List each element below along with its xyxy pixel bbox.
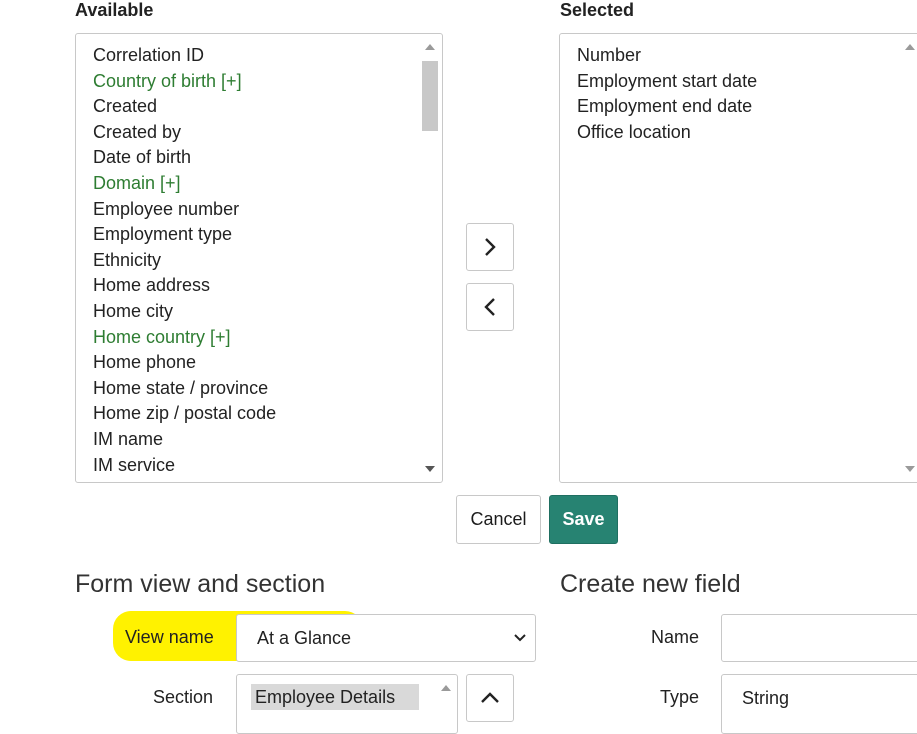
available-item[interactable]: Home state / province bbox=[93, 376, 276, 402]
selected-items: Number Employment start date Employment en… bbox=[577, 43, 757, 145]
chevron-left-icon bbox=[484, 298, 495, 316]
section-listbox[interactable]: Employee Details bbox=[236, 674, 458, 734]
available-scrollbar[interactable] bbox=[419, 35, 441, 481]
form-view-heading: Form view and section bbox=[75, 570, 326, 598]
selected-item[interactable]: Office location bbox=[577, 120, 757, 146]
chevron-up-icon bbox=[481, 692, 499, 703]
scroll-thumb[interactable] bbox=[422, 61, 438, 131]
available-item[interactable]: Employment type bbox=[93, 222, 276, 248]
available-item[interactable]: IM name bbox=[93, 427, 276, 453]
name-label: Name bbox=[651, 627, 700, 647]
available-items: Correlation ID Country of birth [+] Create… bbox=[93, 43, 276, 478]
selected-item[interactable]: Employment end date bbox=[577, 94, 757, 120]
available-item[interactable]: Date of birth bbox=[93, 145, 276, 171]
chevron-down-icon bbox=[514, 634, 526, 642]
type-label: Type bbox=[660, 687, 700, 707]
save-button-label: Save bbox=[562, 509, 605, 529]
available-item[interactable]: Country of birth [+] bbox=[93, 69, 276, 95]
move-right-button[interactable] bbox=[466, 223, 514, 271]
type-select[interactable]: String bbox=[721, 674, 917, 734]
selected-item[interactable]: Employment start date bbox=[577, 69, 757, 95]
create-field-heading: Create new field bbox=[560, 570, 741, 598]
selected-listbox[interactable]: Number Employment start date Employment en… bbox=[559, 33, 917, 483]
scroll-down-icon[interactable] bbox=[425, 466, 435, 472]
view-name-select[interactable]: At a Glance bbox=[236, 614, 536, 662]
available-item[interactable]: Created bbox=[93, 94, 276, 120]
section-selected-option[interactable]: Employee Details bbox=[251, 684, 419, 710]
move-up-button[interactable] bbox=[466, 674, 514, 722]
view-name-label: View name bbox=[125, 627, 214, 647]
scroll-up-icon[interactable] bbox=[425, 44, 435, 50]
available-item[interactable]: Correlation ID bbox=[93, 43, 276, 69]
available-item[interactable]: Ethnicity bbox=[93, 248, 276, 274]
section-scroll-up-icon[interactable] bbox=[441, 685, 451, 691]
cancel-button[interactable]: Cancel bbox=[456, 495, 541, 544]
save-button[interactable]: Save bbox=[549, 495, 618, 544]
view-name-value: At a Glance bbox=[257, 628, 352, 648]
available-listbox[interactable]: Correlation ID Country of birth [+] Create… bbox=[75, 33, 443, 483]
move-left-button[interactable] bbox=[466, 283, 514, 331]
selected-item[interactable]: Number bbox=[577, 43, 757, 69]
selected-label: Selected bbox=[560, 0, 635, 20]
available-item[interactable]: Created by bbox=[93, 120, 276, 146]
section-selected-value: Employee Details bbox=[255, 687, 396, 707]
section-label: Section bbox=[153, 687, 214, 707]
cancel-button-label: Cancel bbox=[470, 509, 527, 529]
name-input[interactable] bbox=[721, 614, 917, 662]
selected-scrollbar[interactable] bbox=[903, 35, 917, 481]
selected-scroll-up-icon[interactable] bbox=[905, 44, 915, 50]
available-label: Available bbox=[75, 0, 154, 20]
available-item[interactable]: IM service bbox=[93, 453, 276, 479]
available-item[interactable]: Home country [+] bbox=[93, 325, 276, 351]
chevron-right-icon bbox=[485, 238, 496, 256]
available-item[interactable]: Home address bbox=[93, 273, 276, 299]
available-item[interactable]: Home zip / postal code bbox=[93, 401, 276, 427]
type-value: String bbox=[742, 688, 790, 708]
available-item[interactable]: Domain [+] bbox=[93, 171, 276, 197]
selected-scroll-down-icon[interactable] bbox=[905, 466, 915, 472]
available-item[interactable]: Home city bbox=[93, 299, 276, 325]
available-item[interactable]: Employee number bbox=[93, 197, 276, 223]
available-item[interactable]: Home phone bbox=[93, 350, 276, 376]
